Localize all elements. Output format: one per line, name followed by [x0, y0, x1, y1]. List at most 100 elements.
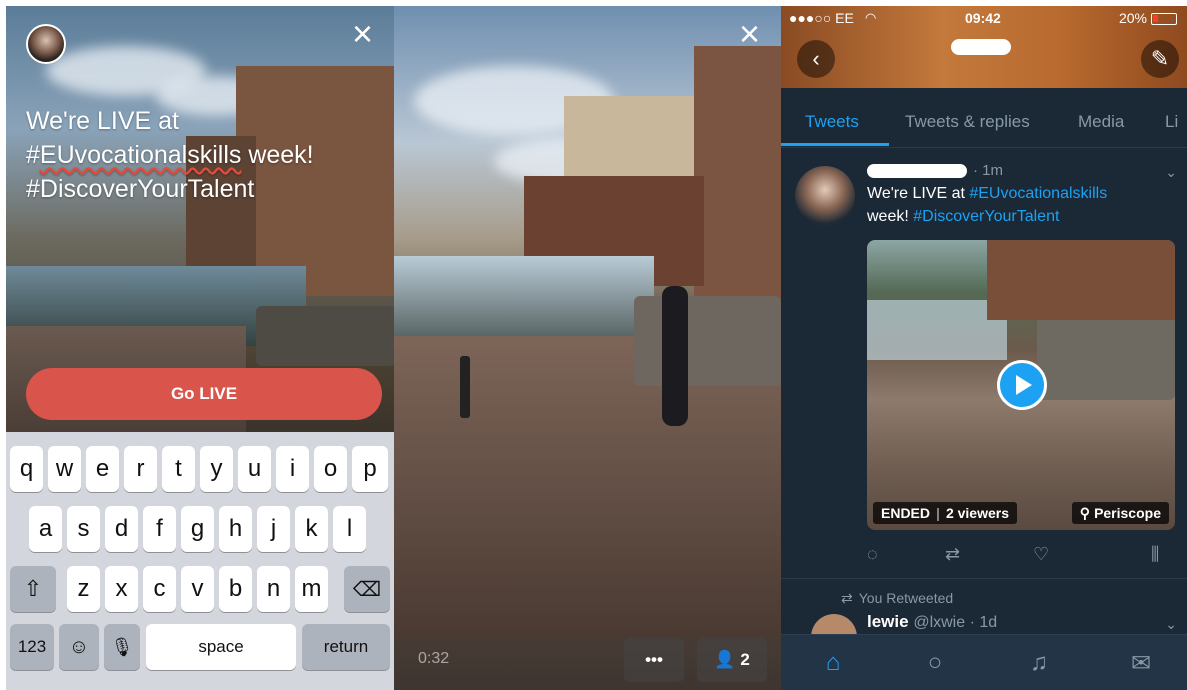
keyboard-row-3: ⇧ z x c v b n m ⌫: [6, 566, 394, 612]
hashtag-link[interactable]: #EUvocationalskills: [969, 185, 1107, 202]
title-line-2: #EUvocationalskills week!: [26, 138, 366, 172]
title-line-1: We're LIVE at: [26, 107, 179, 135]
live-video-feed: [394, 6, 781, 690]
notifications-bell-icon[interactable]: ♫: [1025, 649, 1053, 677]
key[interactable]: m: [295, 566, 328, 612]
key[interactable]: y: [200, 446, 233, 492]
key[interactable]: s: [67, 506, 100, 552]
broadcast-title-input[interactable]: We're LIVE at #EUvocationalskills week! …: [26, 104, 366, 206]
tweet-actions: ◌ ⇄ ♡ ⫼: [867, 544, 1167, 568]
key[interactable]: p: [352, 446, 388, 492]
key[interactable]: f: [143, 506, 176, 552]
tweet-text-part: week!: [867, 208, 914, 225]
key[interactable]: o: [314, 446, 347, 492]
narrowboat: [634, 296, 781, 386]
return-key[interactable]: return: [302, 624, 390, 670]
key[interactable]: z: [67, 566, 100, 612]
emoji-key-icon[interactable]: ☺: [59, 624, 99, 670]
building: [694, 46, 781, 306]
building: [987, 240, 1175, 320]
key[interactable]: v: [181, 566, 214, 612]
key[interactable]: a: [29, 506, 62, 552]
tweet-avatar[interactable]: [795, 166, 855, 226]
status-bar: ●●●○○ EE ◠ 09:42 20%: [789, 10, 1179, 28]
go-live-button[interactable]: Go LIVE: [26, 368, 382, 420]
location-pin-icon: ⚲: [1079, 504, 1091, 521]
tweet-time: · 1m: [973, 162, 1003, 179]
key[interactable]: e: [86, 446, 119, 492]
tab-tweets-and-replies[interactable]: Tweets & replies: [905, 112, 1030, 132]
retweet-author[interactable]: lewie @lxwie · 1d: [867, 612, 997, 632]
wifi-icon: ◠: [865, 10, 877, 25]
periscope-video-card[interactable]: ENDED | 2 viewers ⚲ Periscope: [867, 240, 1175, 530]
redacted-username: [867, 164, 967, 178]
periscope-label: Periscope: [1094, 505, 1161, 521]
search-icon[interactable]: ○: [921, 649, 949, 677]
badge-divider: |: [936, 505, 940, 521]
play-icon[interactable]: [997, 360, 1047, 410]
broadcast-timer: 0:32: [418, 650, 450, 667]
keyboard-row-1: q w e r t y u i o p: [6, 446, 394, 492]
battery-icon: [1151, 13, 1177, 25]
bottom-tab-bar: ⌂ ○ ♫ ✉: [781, 634, 1187, 690]
space-key[interactable]: space: [146, 624, 296, 670]
profile-header: ●●●○○ EE ◠ 09:42 20% ‹ ✎: [781, 6, 1187, 88]
more-options-button[interactable]: •••: [624, 638, 684, 682]
back-arrow-icon[interactable]: ‹: [797, 40, 835, 78]
keyboard-row-2: a s d f g h j k l: [6, 506, 394, 552]
key[interactable]: q: [10, 446, 43, 492]
canal-water: [394, 256, 654, 346]
close-icon[interactable]: ×: [352, 16, 373, 52]
numbers-key[interactable]: 123: [10, 624, 54, 670]
periscope-live-panel: × 0:32 ••• 👤 2: [394, 6, 781, 690]
key[interactable]: u: [238, 446, 271, 492]
key[interactable]: b: [219, 566, 252, 612]
retweet-author-name: lewie: [867, 612, 909, 631]
reply-icon[interactable]: ◌: [867, 544, 878, 565]
tab-tweets[interactable]: Tweets: [805, 112, 859, 132]
chevron-down-icon[interactable]: ⌄: [1165, 616, 1177, 633]
retweet-icon[interactable]: ⇄: [945, 544, 960, 565]
retweet-context-label: You Retweeted: [858, 590, 954, 606]
title-line-2-end: week!: [241, 141, 314, 169]
active-tab-indicator: [781, 143, 889, 146]
key[interactable]: r: [124, 446, 157, 492]
key[interactable]: c: [143, 566, 176, 612]
key[interactable]: d: [105, 506, 138, 552]
key[interactable]: w: [48, 446, 81, 492]
analytics-icon[interactable]: ⫼: [1151, 544, 1159, 565]
viewer-count: 2: [740, 650, 750, 669]
key[interactable]: x: [105, 566, 138, 612]
bollard: [460, 356, 470, 418]
narrowboat: [1037, 310, 1175, 400]
tab-likes[interactable]: Li: [1165, 112, 1178, 132]
hashtag-link[interactable]: #DiscoverYourTalent: [913, 208, 1059, 225]
narrowboat: [256, 306, 394, 366]
key[interactable]: t: [162, 446, 195, 492]
title-line-3: #DiscoverYourTalent: [26, 175, 255, 203]
key[interactable]: h: [219, 506, 252, 552]
like-icon[interactable]: ♡: [1033, 544, 1049, 565]
chevron-down-icon[interactable]: ⌄: [1165, 164, 1177, 181]
ended-label: ENDED: [881, 505, 931, 521]
shift-key-icon[interactable]: ⇧: [10, 566, 56, 612]
periscope-badge: ⚲ Periscope: [1071, 502, 1169, 524]
misspelled-word: EUvocationalskills: [39, 141, 242, 169]
key[interactable]: g: [181, 506, 214, 552]
backspace-key-icon[interactable]: ⌫: [344, 566, 390, 612]
close-icon[interactable]: ×: [739, 16, 760, 52]
key[interactable]: l: [333, 506, 366, 552]
compose-tweet-icon[interactable]: ✎: [1141, 40, 1179, 78]
key[interactable]: i: [276, 446, 309, 492]
user-avatar[interactable]: [26, 24, 66, 64]
key[interactable]: k: [295, 506, 328, 552]
viewers-button[interactable]: 👤 2: [697, 638, 767, 682]
messages-envelope-icon[interactable]: ✉: [1127, 649, 1155, 677]
tab-media[interactable]: Media: [1078, 112, 1124, 132]
person-icon: 👤: [714, 650, 736, 669]
home-icon[interactable]: ⌂: [819, 649, 847, 677]
hash-char: #: [26, 141, 40, 169]
key[interactable]: j: [257, 506, 290, 552]
key[interactable]: n: [257, 566, 290, 612]
microphone-key-icon[interactable]: 🎙: [104, 624, 140, 670]
